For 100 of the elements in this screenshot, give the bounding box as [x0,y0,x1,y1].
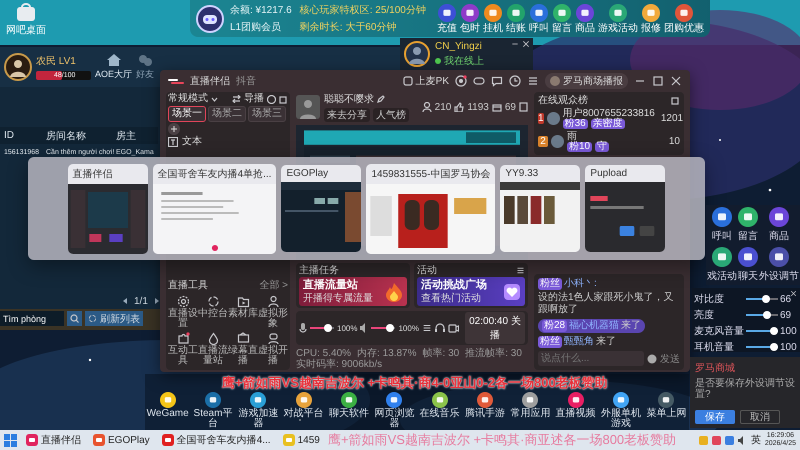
search-button[interactable] [67,311,82,326]
window-thumbnail[interactable]: YY9.33 [500,165,580,252]
close-icon[interactable] [670,75,682,87]
save-button[interactable]: 保存 [695,410,735,424]
menu-icon[interactable] [527,75,539,87]
tool-button[interactable]: 绿幕直播 [228,332,258,366]
account-button[interactable]: 罗马商场播报 [545,73,628,89]
window-thumbnail[interactable]: 1459831555-中国罗马协会 [366,164,496,254]
gear-icon [176,295,190,308]
thumbnail-title: EGOPlay [285,167,330,181]
quick-action-button[interactable]: 留言 [738,207,758,243]
nav-tab[interactable]: AOE大厅 [95,53,132,81]
viewer-score: 1201 [660,113,684,124]
quick-action-button[interactable]: 聊天 [738,247,758,283]
action-button[interactable]: 游戏活动 [598,4,638,34]
tool-button[interactable]: 直播设置 [168,295,198,329]
activity-card[interactable]: 活动挑战广场 查看热门活动 [417,277,525,306]
action-button[interactable]: 结账 [506,4,526,34]
quick-action-button[interactable]: 戏活动 [707,247,737,283]
window-thumbnail[interactable]: Pupload [585,165,666,252]
desktop-shortcut[interactable]: 在线音乐 [416,392,462,419]
chat-icon[interactable] [491,75,503,87]
tool-button[interactable]: 虚拟开播 [258,332,288,366]
slider-thumb[interactable] [386,324,394,332]
nav-tab[interactable]: 好友 [136,53,154,81]
tool-button[interactable]: 直播流量站 [198,332,228,366]
close-icon[interactable] [522,40,530,48]
tool-button[interactable]: 虚拟形象 [258,295,288,329]
taskbar-app[interactable]: 直播伴侣 [23,431,84,449]
taskbar-app[interactable]: 1459 [280,431,323,449]
taskbar-app[interactable]: EGOPlay [90,431,153,449]
pk-button[interactable]: 上麦PK [402,74,449,88]
action-button[interactable]: 充值 [437,4,457,34]
tool-button[interactable]: 互动工具 [168,332,198,366]
desktop-shortcut[interactable]: 网页浏览器 [372,392,417,429]
desktop-shortcut[interactable]: WeGame [145,392,190,419]
desktop-shortcut[interactable]: 外服单机游戏 [598,392,644,429]
slider-thumb[interactable] [324,324,332,332]
mode-dropdown[interactable]: 常规模式 [168,93,218,105]
desktop-shortcut[interactable]: 常用应用 [508,392,553,419]
action-button[interactable]: 呼叫 [529,4,549,34]
slider[interactable] [746,327,778,335]
previous-icon[interactable] [122,297,128,305]
thumbnail-title: 直播伴侣 [72,168,114,182]
quick-action-button[interactable]: 外设调节 [759,247,799,283]
desktop-shortcut[interactable]: 游戏加速器 [236,392,281,429]
desktop-shortcut[interactable]: 直播视频 [552,392,598,419]
see-all-link[interactable]: 全部 > [259,278,288,292]
window-thumbnail[interactable]: 直播伴侣 [68,164,148,254]
end-stream-button[interactable]: 02:00:40 关播 [464,312,525,344]
send-button[interactable]: 发送 [660,352,680,366]
maximize-icon[interactable] [652,75,664,87]
desktop-shortcut[interactable]: Steam平台 [190,392,236,429]
slider[interactable] [746,343,778,351]
desktop-shortcut[interactable]: 聊天软件 [326,392,372,419]
cancel-button[interactable]: 取消 [740,410,780,424]
flame-icon [385,282,403,302]
traffic-card[interactable]: 直播流量站 开播得专属流量 [299,277,407,306]
taskbar-app[interactable]: 全国哥舍车友内播4... [158,431,274,449]
action-button[interactable]: 留言 [552,4,572,34]
headset-icon[interactable] [434,323,445,333]
tool-button[interactable]: 素材库 [228,295,258,329]
scene-tab[interactable]: 场景一 [168,106,206,122]
action-button[interactable]: 挂机 [483,4,503,34]
chat-text: 来了 [621,320,642,332]
close-icon[interactable] [790,290,797,297]
edit-icon[interactable] [377,95,385,103]
action-button[interactable]: 团购优惠 [664,4,704,34]
refresh-button[interactable]: 刷新列表 [85,311,143,326]
quick-action-button[interactable]: 呼叫 [712,207,732,243]
director-button[interactable]: 导播 [232,93,264,105]
slider[interactable] [310,324,334,332]
quick-action-button[interactable]: 商品 [769,207,789,243]
viewers-icon [422,102,432,112]
window-thumbnail[interactable]: EGOPlay [281,165,362,252]
slider[interactable] [371,324,396,332]
screen-icon [236,332,250,345]
start-icon[interactable] [4,434,17,446]
desktop-shortcut[interactable]: 对战平台 [280,392,326,419]
record-icon[interactable] [455,75,467,87]
desktop-shortcut[interactable]: 菜单上网 [644,392,689,419]
search-field[interactable]: Tìm phòng [0,311,64,326]
action-button[interactable]: 报修 [641,4,661,34]
box-icon[interactable] [15,2,37,22]
scene-tab[interactable]: 场景二 [208,106,246,122]
folder-icon [236,295,250,308]
chat-input-field[interactable]: 说点什么... [538,351,644,366]
window-thumbnail[interactable]: 全国哥舍车友内播4单抢... [152,164,276,254]
clock-icon[interactable] [509,75,521,87]
action-button[interactable]: 商品 [575,4,595,34]
input-method[interactable]: 英 [750,433,761,447]
scene-tab[interactable]: 场景三 [248,106,286,122]
tool-button[interactable]: 中控台 [198,295,228,329]
camera-icon[interactable] [448,324,459,332]
source-item[interactable]: 文本 [168,136,288,148]
menu-icon[interactable] [516,266,525,275]
desktop-shortcut[interactable]: 腾讯手游 [462,392,508,419]
action-button[interactable]: 包时 [460,4,480,34]
chat-input[interactable]: 说点什么... [541,353,641,364]
add-scene-icon[interactable] [168,123,180,135]
